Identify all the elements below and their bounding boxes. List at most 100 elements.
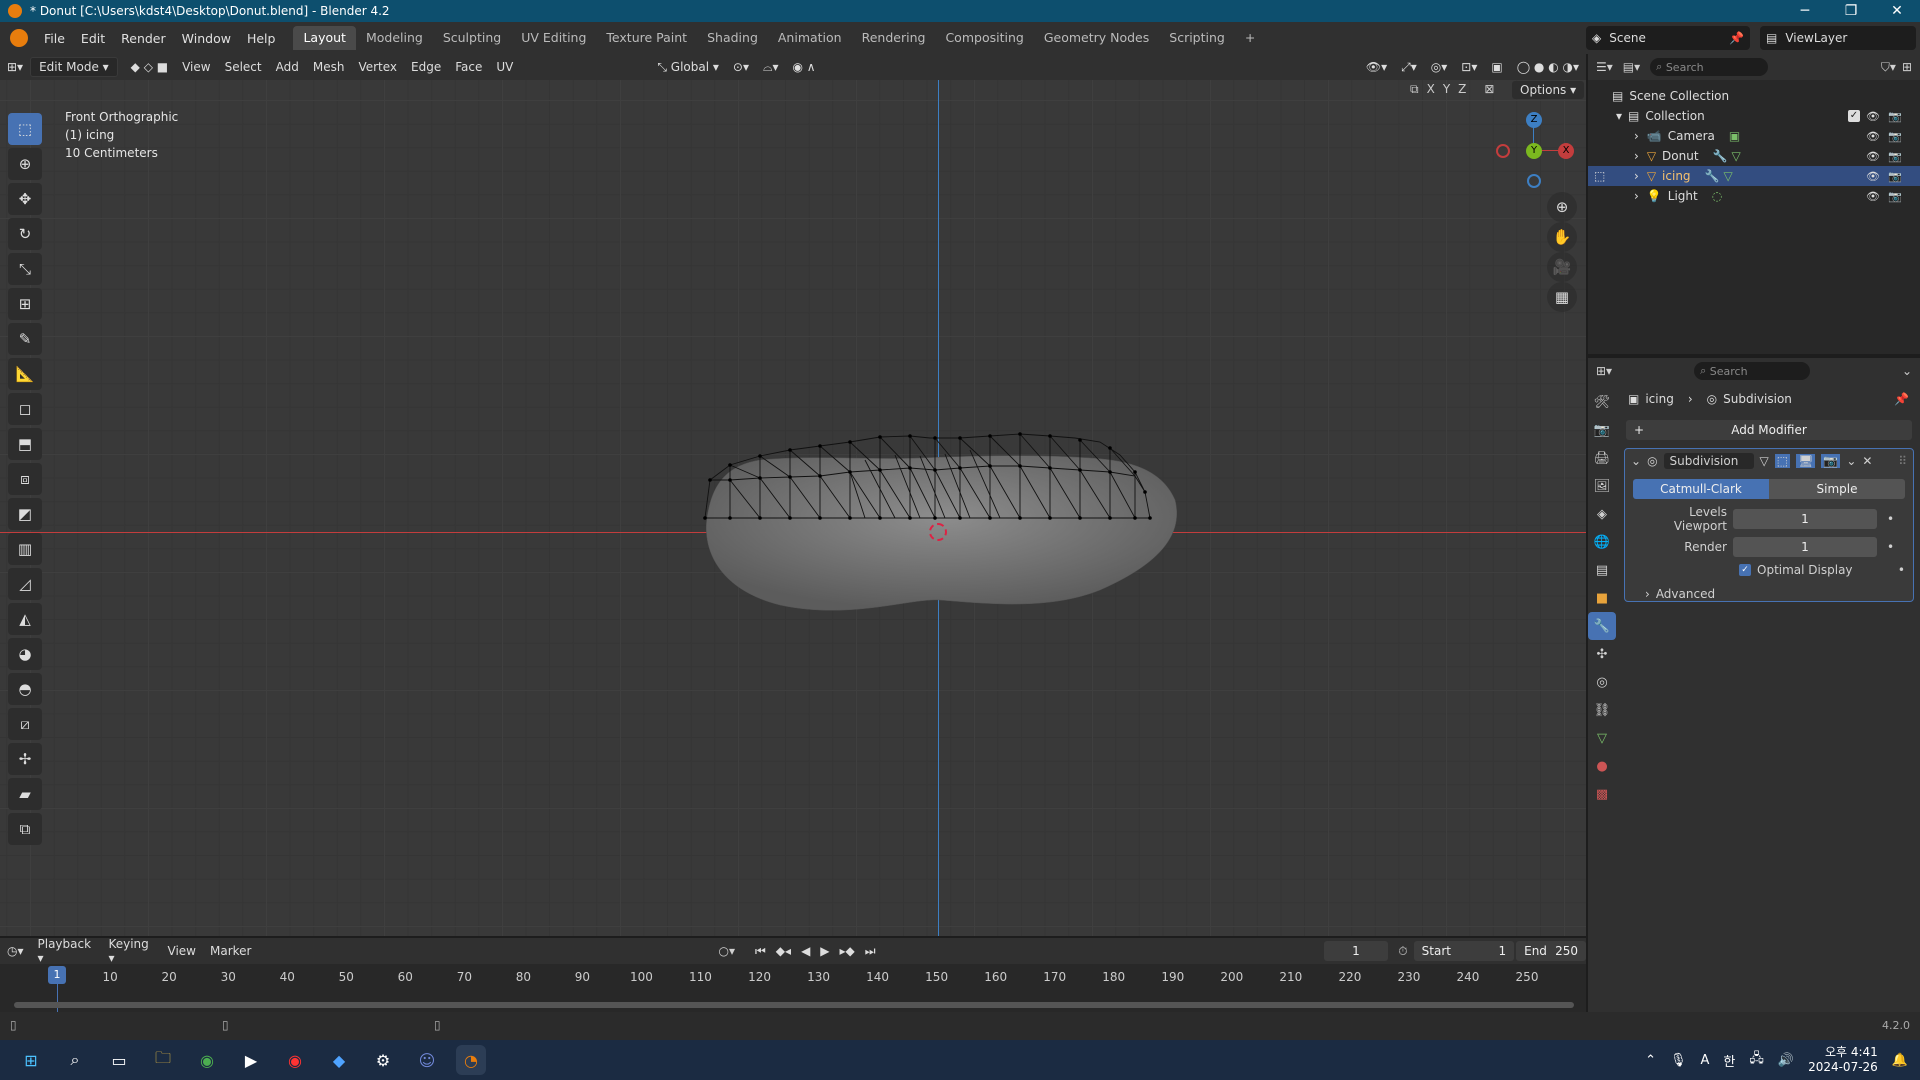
mirror-icon[interactable]: ⧉	[1410, 82, 1419, 97]
timeline-ruler[interactable]: 1102030405060708090100110120130140150160…	[0, 964, 1586, 1014]
new-collection-icon[interactable]: ⊞	[1902, 60, 1912, 74]
jump-start-icon[interactable]: ⏮	[755, 944, 766, 959]
menu-marker[interactable]: Marker	[203, 942, 258, 960]
restore-button[interactable]: ❐	[1828, 3, 1874, 19]
edge-slide-tool-icon[interactable]: ⧄	[8, 708, 42, 740]
chrome-icon[interactable]: ◉	[192, 1045, 222, 1075]
youtube-music-icon[interactable]: ◉	[280, 1045, 310, 1075]
scene-selector[interactable]: ◈ Scene 📌	[1586, 26, 1750, 50]
blender-menu-icon[interactable]	[10, 29, 28, 47]
poly-build-tool-icon[interactable]: ◭	[8, 603, 42, 635]
transform-tool-icon[interactable]: ⊞	[8, 288, 42, 320]
spin-tool-icon[interactable]: ◕	[8, 638, 42, 670]
mirror-y-toggle[interactable]: Y	[1443, 82, 1450, 97]
viewport-toggle-icon[interactable]: 🖥	[1796, 454, 1816, 468]
filter-icon[interactable]: ⛉▾	[1881, 60, 1896, 75]
timeline-editor-icon[interactable]: ◷▾	[0, 942, 31, 960]
add-workspace-button[interactable]: +	[1235, 26, 1265, 50]
transform-orientation-dropdown[interactable]: ⤡ Global ▾	[650, 58, 726, 77]
menu-mesh[interactable]: Mesh	[306, 58, 352, 76]
outliner-item-icing[interactable]: ⬚ › ▽ icing 🔧 ▽ 👁 📷	[1588, 166, 1920, 186]
measure-tool-icon[interactable]: 📐	[8, 358, 42, 390]
play-icon[interactable]: ▶	[820, 944, 829, 959]
3d-viewport[interactable]: Front Orthographic (1) icing 10 Centimet…	[0, 80, 1586, 936]
pivot-icon[interactable]: ⊙▾	[726, 58, 756, 76]
view-layer-selector[interactable]: ▤ ViewLayer	[1760, 26, 1916, 50]
donut-visibility-eye-icon[interactable]: 👁	[1866, 150, 1880, 163]
network-icon[interactable]: 🖧	[1749, 1049, 1764, 1071]
camera-data-icon[interactable]: ▣	[1729, 129, 1740, 143]
edit-mode-toggle-icon[interactable]: ▽	[1760, 454, 1769, 468]
outliner-item-light[interactable]: › 💡 Light ◌ 👁 📷	[1588, 186, 1920, 206]
menu-help[interactable]: Help	[239, 31, 284, 46]
language-indicator[interactable]: 한	[1723, 1051, 1735, 1070]
light-visibility-eye-icon[interactable]: 👁	[1866, 190, 1880, 203]
play-reverse-icon[interactable]: ◀	[801, 944, 810, 959]
close-button[interactable]: ✕	[1874, 3, 1920, 19]
expand-chevron-icon[interactable]: ›	[1634, 149, 1639, 163]
menu-vertex[interactable]: Vertex	[351, 58, 404, 76]
video-app-icon[interactable]: ◆	[324, 1045, 354, 1075]
menu-file[interactable]: File	[36, 31, 73, 46]
steam-icon[interactable]: ⚙	[368, 1045, 398, 1075]
next-keyframe-icon[interactable]: ▸◆	[840, 944, 855, 959]
add-cube-tool-icon[interactable]: ◻	[8, 393, 42, 425]
constraints-tab-icon[interactable]: ⛓	[1588, 696, 1616, 724]
modifier-tab-icon[interactable]: 🔧	[1588, 612, 1616, 640]
smooth-tool-icon[interactable]: ◓	[8, 673, 42, 705]
xray-icon[interactable]: ▣	[1484, 58, 1509, 76]
annotate-tool-icon[interactable]: ✎	[8, 323, 42, 355]
menu-uv[interactable]: UV	[489, 58, 520, 76]
advanced-subpanel[interactable]: › Advanced	[1645, 587, 1905, 601]
tool-tab-icon[interactable]: 🛠	[1588, 388, 1616, 416]
levels-viewport-field[interactable]: 1	[1733, 509, 1877, 529]
edit-mode-indicator-icon[interactable]: ⬚	[1594, 169, 1605, 183]
prev-keyframe-icon[interactable]: ◆◂	[776, 944, 791, 959]
tab-sculpting[interactable]: Sculpting	[433, 26, 511, 50]
animate-dot-icon[interactable]: •	[1898, 563, 1905, 577]
gizmo-neg-z[interactable]	[1527, 174, 1541, 188]
end-frame-field[interactable]: End 250	[1516, 941, 1587, 961]
pan-hand-icon[interactable]: ✋	[1547, 222, 1577, 252]
search-icon[interactable]: ⌕	[60, 1045, 90, 1075]
donut-render-camera-icon[interactable]: 📷	[1888, 150, 1902, 163]
on-cage-toggle-icon[interactable]: ⬚	[1774, 454, 1791, 468]
playhead[interactable]: 1	[48, 966, 66, 984]
menu-render[interactable]: Render	[113, 31, 174, 46]
outliner-item-donut[interactable]: › ▽ Donut 🔧 ▽ 👁 📷	[1588, 146, 1920, 166]
tab-uv-editing[interactable]: UV Editing	[511, 26, 596, 50]
collapse-chevron-icon[interactable]: ▾	[1616, 109, 1622, 123]
mode-dropdown[interactable]: Edit Mode ▾	[30, 57, 118, 77]
outliner-item-camera[interactable]: › 📹 Camera ▣ 👁 📷	[1588, 126, 1920, 146]
light-render-camera-icon[interactable]: 📷	[1888, 190, 1902, 203]
media-player-icon[interactable]: ▶	[236, 1045, 266, 1075]
properties-editor-icon[interactable]: ⊞▾	[1596, 364, 1612, 378]
tab-shading[interactable]: Shading	[697, 26, 768, 50]
data-tab-icon[interactable]: ▽	[1588, 724, 1616, 752]
loop-cut-tool-icon[interactable]: ▥	[8, 533, 42, 565]
world-tab-icon[interactable]: 🌐	[1588, 528, 1616, 556]
gizmo-toggle-icon[interactable]: ⤢▾	[1394, 58, 1424, 77]
menu-select[interactable]: Select	[218, 58, 269, 76]
menu-edge[interactable]: Edge	[404, 58, 448, 76]
menu-add[interactable]: Add	[269, 58, 306, 76]
current-frame-field[interactable]: 1	[1323, 941, 1389, 961]
object-tab-icon[interactable]: ■	[1588, 584, 1616, 612]
shrink-fatten-tool-icon[interactable]: ✢	[8, 743, 42, 775]
camera-render-camera-icon[interactable]: 📷	[1888, 130, 1902, 143]
tab-scripting[interactable]: Scripting	[1159, 26, 1235, 50]
remove-modifier-icon[interactable]: ✕	[1862, 454, 1872, 468]
collection-visibility-eye-icon[interactable]: 👁	[1866, 110, 1880, 123]
add-modifier-button[interactable]: + Add Modifier	[1626, 420, 1912, 440]
tab-modeling[interactable]: Modeling	[356, 26, 433, 50]
display-mode-icon[interactable]: ▤▾	[1623, 60, 1640, 74]
collection-render-camera-icon[interactable]: 📷	[1888, 110, 1902, 123]
task-view-icon[interactable]: ▭	[104, 1045, 134, 1075]
tab-compositing[interactable]: Compositing	[935, 26, 1033, 50]
auto-key-icon[interactable]: ○▾	[718, 944, 735, 958]
render-levels-field[interactable]: 1	[1733, 537, 1877, 557]
volume-icon[interactable]: 🔊	[1778, 1053, 1794, 1068]
wrench-modifier-icon[interactable]: 🔧	[1713, 149, 1728, 163]
proportional-edit-icon[interactable]: ◉ ∧	[786, 58, 823, 76]
scene-collection-row[interactable]: ▤ Scene Collection	[1588, 86, 1920, 106]
